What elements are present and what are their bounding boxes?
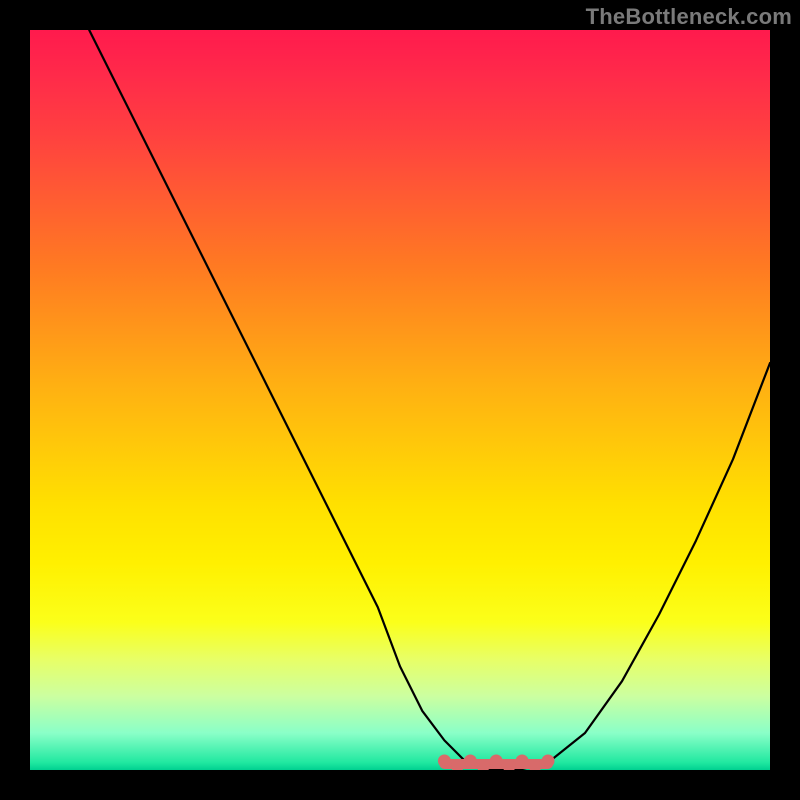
chart-svg bbox=[30, 30, 770, 770]
bottleneck-curve bbox=[89, 30, 770, 770]
valley-marker bbox=[438, 755, 555, 771]
chart-frame: TheBottleneck.com bbox=[0, 0, 800, 800]
chart-plot-area bbox=[30, 30, 770, 770]
watermark-text: TheBottleneck.com bbox=[586, 4, 792, 30]
